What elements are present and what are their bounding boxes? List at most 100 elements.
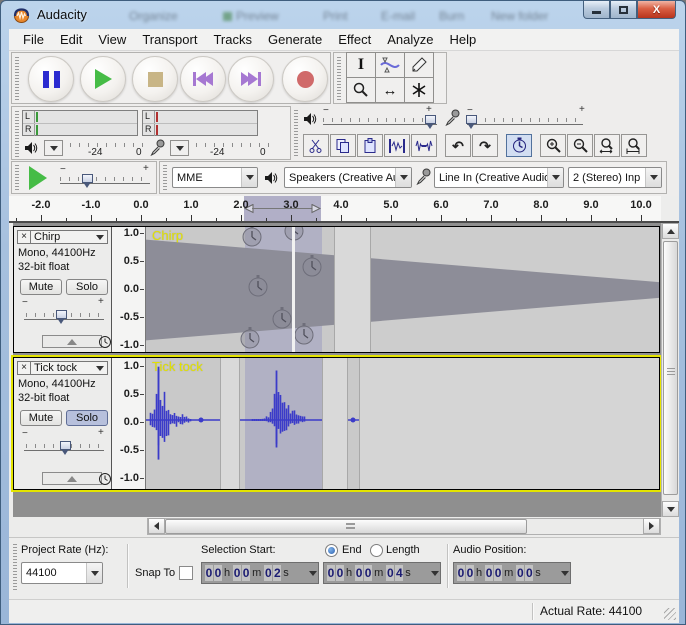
multi-tool-button[interactable] (404, 77, 434, 103)
input-device-select[interactable]: Line In (Creative AudioF (434, 167, 564, 188)
time-unit[interactable]: m (252, 567, 261, 579)
window-resize-grip[interactable] (664, 608, 676, 620)
cut-button[interactable] (303, 134, 329, 157)
paste-button[interactable] (357, 134, 383, 157)
output-slider-track[interactable] (323, 124, 437, 125)
time-digit[interactable]: 0 (233, 565, 241, 581)
pause-button[interactable] (28, 56, 74, 102)
length-radio[interactable] (370, 544, 383, 557)
menu-view[interactable]: View (90, 30, 134, 49)
skip-to-end-button[interactable] (228, 56, 274, 102)
input-volume-slider[interactable] (466, 115, 477, 124)
time-unit[interactable]: s (405, 567, 411, 579)
audio-host-select[interactable]: MME (172, 167, 258, 188)
playback-meter-dropdown[interactable] (44, 140, 63, 156)
time-digit[interactable]: 0 (466, 565, 474, 581)
toolbar-grip[interactable] (13, 544, 17, 590)
time-digit[interactable]: 0 (355, 565, 363, 581)
audio-position-field[interactable]: 00h00m00s (453, 562, 571, 584)
menu-tracks[interactable]: Tracks (205, 30, 260, 49)
time-unit[interactable]: h (476, 567, 482, 579)
time-digit[interactable]: 0 (457, 565, 465, 581)
minimize-button[interactable] (583, 1, 610, 19)
time-digit[interactable]: 0 (386, 565, 394, 581)
track-close-button[interactable]: × (17, 230, 31, 244)
recording-meter-dropdown[interactable] (170, 140, 189, 156)
track-close-button[interactable]: × (17, 361, 31, 375)
time-digit[interactable]: 0 (525, 565, 533, 581)
output-volume-slider[interactable] (425, 115, 436, 124)
time-shift-tool-button[interactable]: ↔ (375, 77, 405, 103)
menu-transport[interactable]: Transport (134, 30, 205, 49)
draw-tool-button[interactable] (404, 52, 434, 78)
scroll-up-button[interactable] (662, 223, 679, 239)
time-digit[interactable]: 0 (336, 565, 344, 581)
menu-analyze[interactable]: Analyze (379, 30, 441, 49)
time-unit[interactable]: h (346, 567, 352, 579)
time-digit[interactable]: 0 (242, 565, 250, 581)
undo-button[interactable]: ↶ (445, 134, 471, 157)
collapse-track-button[interactable] (42, 472, 102, 485)
play-button[interactable] (80, 56, 126, 102)
selection-tool-button[interactable]: I (346, 52, 376, 78)
scroll-right-button[interactable] (643, 518, 660, 534)
time-digit[interactable]: 0 (494, 565, 502, 581)
sync-lock-tracks-button[interactable] (506, 134, 532, 157)
waveform-area[interactable]: Tick tock (146, 358, 659, 494)
menu-effect[interactable]: Effect (330, 30, 379, 49)
mute-button[interactable]: Mute (20, 279, 62, 295)
gain-slider[interactable] (56, 310, 67, 319)
vertical-scale-ruler[interactable]: 1.00.50.0-0.5-1.0 (112, 358, 146, 489)
dropdown-arrow-icon[interactable] (561, 571, 569, 576)
toolbar-grip[interactable] (337, 57, 341, 101)
zoom-out-button[interactable] (567, 134, 593, 157)
mute-button[interactable]: Mute (20, 410, 62, 426)
time-digit[interactable]: 0 (205, 565, 213, 581)
solo-button[interactable]: Solo (66, 410, 108, 426)
time-digit[interactable]: 0 (214, 565, 222, 581)
speed-slider-track[interactable] (60, 183, 150, 184)
time-digit[interactable]: 0 (516, 565, 524, 581)
timeline-ruler[interactable]: -2.0-1.00.01.02.03.04.05.06.07.08.09.010… (9, 196, 661, 223)
vertical-scrollbar-thumb[interactable] (663, 241, 678, 495)
zoom-in-button[interactable] (540, 134, 566, 157)
silence-audio-button[interactable] (411, 134, 437, 157)
skip-to-start-button[interactable] (180, 56, 226, 102)
menu-edit[interactable]: Edit (52, 30, 90, 49)
end-radio[interactable] (325, 544, 338, 557)
maximize-button[interactable] (610, 1, 637, 19)
selection-end-field[interactable]: 00h00m04s (323, 562, 441, 584)
record-button[interactable] (282, 56, 328, 102)
fit-project-button[interactable] (621, 134, 647, 157)
time-digit[interactable]: 0 (264, 565, 272, 581)
collapse-track-button[interactable] (42, 335, 102, 348)
dropdown-arrow-icon[interactable] (309, 571, 317, 576)
toolbar-grip[interactable] (163, 165, 167, 191)
fit-selection-button[interactable] (594, 134, 620, 157)
gain-slider[interactable] (60, 441, 71, 450)
copy-button[interactable] (330, 134, 356, 157)
recording-meter[interactable]: L R (142, 110, 258, 136)
horizontal-scrollbar-thumb[interactable] (165, 519, 527, 534)
horizontal-scrollbar[interactable] (147, 518, 661, 535)
redo-button[interactable]: ↷ (472, 134, 498, 157)
time-unit[interactable]: m (504, 567, 513, 579)
menu-file[interactable]: File (15, 30, 52, 49)
playback-meter[interactable]: L R (22, 110, 138, 136)
input-channels-select[interactable]: 2 (Stereo) Inp (568, 167, 662, 188)
project-rate-select[interactable]: 44100 (21, 562, 103, 584)
stop-button[interactable] (132, 56, 178, 102)
menu-generate[interactable]: Generate (260, 30, 330, 49)
trim-audio-button[interactable] (384, 134, 410, 157)
track-title-menu[interactable]: Chirp (31, 230, 108, 244)
toolbar-grip[interactable] (15, 111, 19, 157)
zoom-tool-button[interactable] (346, 77, 376, 103)
time-digit[interactable]: 2 (273, 565, 281, 581)
time-unit[interactable]: s (283, 567, 289, 579)
solo-button[interactable]: Solo (66, 279, 108, 295)
input-slider-track[interactable] (467, 124, 583, 125)
title-bar[interactable]: Audacity OrganizePreviewPrintE-mailBurnN… (1, 1, 685, 29)
snap-to-checkbox[interactable] (179, 566, 193, 580)
menu-help[interactable]: Help (441, 30, 484, 49)
scroll-down-button[interactable] (662, 501, 679, 517)
